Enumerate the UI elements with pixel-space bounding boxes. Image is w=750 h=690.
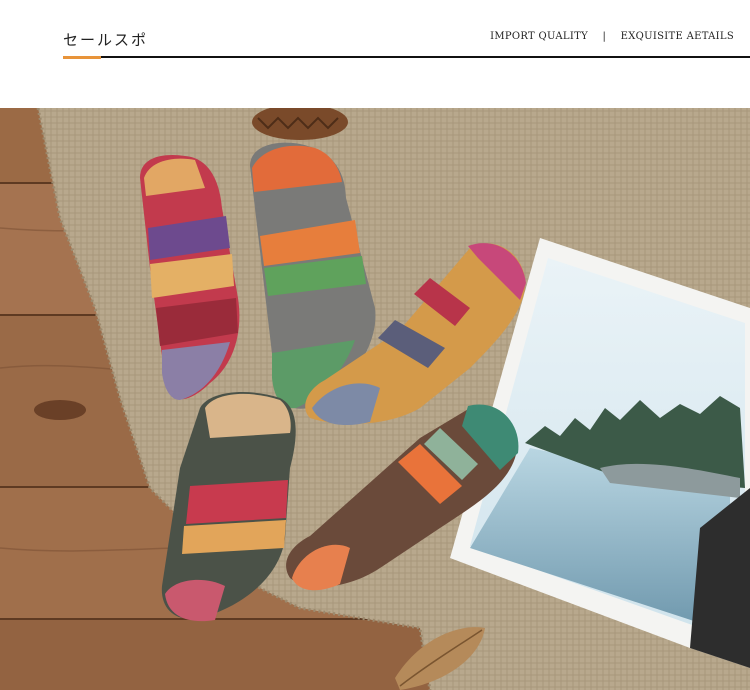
tag-separator: | bbox=[602, 31, 607, 42]
tag-exquisite-details: EXQUISITE AETAILS bbox=[620, 31, 734, 42]
header-rule bbox=[63, 56, 750, 58]
product-photo bbox=[0, 108, 750, 690]
page-title: セールスポ bbox=[63, 31, 149, 49]
tag-import-quality: IMPORT QUALITY bbox=[490, 31, 588, 42]
header-rule-accent bbox=[63, 56, 101, 59]
header: セールスポ IMPORT QUALITY | EXQUISITE AETAILS bbox=[0, 0, 750, 108]
header-tags: IMPORT QUALITY | EXQUISITE AETAILS bbox=[490, 31, 734, 42]
product-photo-svg bbox=[0, 108, 750, 690]
